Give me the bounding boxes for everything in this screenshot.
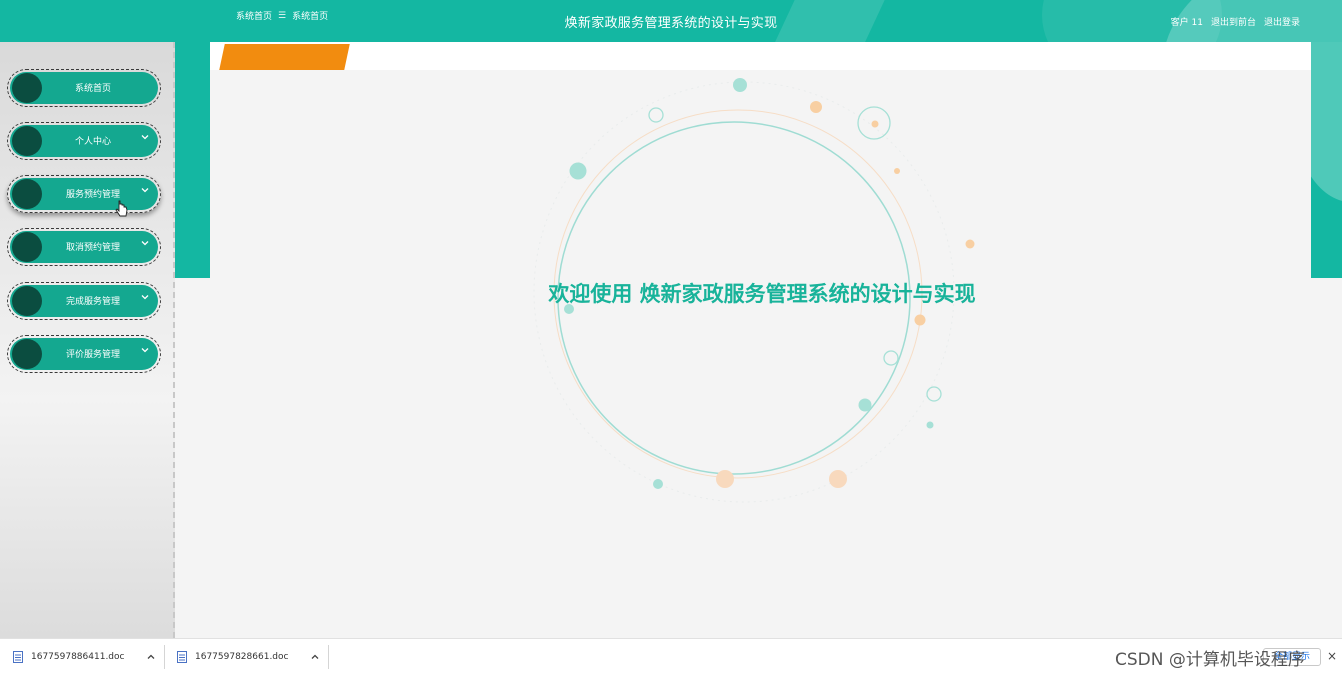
menu-dot-icon — [12, 286, 42, 316]
document-icon — [177, 650, 187, 663]
back-to-frontend-link[interactable]: 退出到前台 — [1211, 15, 1256, 28]
sidebar: 系统首页 个人中心 服务预约管理 取消预约管理 完成服务管理 评价服务管理 — [0, 42, 175, 638]
chevron-down-icon — [141, 295, 149, 300]
top-header: 焕新家政服务管理系统的设计与实现 客户 11 退出到前台 退出登录 — [0, 0, 1342, 42]
sidebar-item-label: 个人中心 — [74, 137, 111, 147]
sidebar-item-label: 评价服务管理 — [65, 350, 120, 360]
sidebar-item-completed-service[interactable]: 完成服务管理 — [7, 282, 161, 320]
welcome-decoration — [533, 78, 975, 503]
sidebar-item-label: 系统首页 — [74, 84, 111, 94]
breadcrumb-current: 系统首页 — [292, 12, 329, 22]
user-area: 客户 11 退出到前台 退出登录 — [1171, 15, 1300, 28]
chevron-down-icon — [141, 135, 149, 140]
user-label: 客户 11 — [1170, 18, 1203, 28]
breadcrumb-bar — [210, 42, 1311, 70]
sidebar-item-label: 服务预约管理 — [65, 190, 120, 200]
breadcrumb-separator-icon: ☰ — [278, 10, 287, 21]
main-content: 欢迎使用 焕新家政服务管理系统的设计与实现 — [210, 70, 1311, 638]
breadcrumb: 系统首页 ☰ 系统首页 — [236, 9, 329, 23]
download-filename: 1677597828661.doc — [195, 651, 289, 662]
document-icon — [13, 650, 23, 663]
sidebar-item-cancel-booking[interactable]: 取消预约管理 — [7, 228, 161, 266]
chevron-down-icon — [141, 188, 149, 193]
header-band-left — [175, 42, 210, 278]
sidebar-item-home[interactable]: 系统首页 — [7, 69, 161, 107]
chevron-up-icon[interactable] — [310, 652, 320, 662]
download-item[interactable]: 1677597886411.doc — [13, 639, 156, 673]
chevron-down-icon — [141, 348, 149, 353]
logout-link[interactable]: 退出登录 — [1264, 15, 1300, 28]
menu-dot-icon — [12, 232, 42, 262]
watermark: CSDN @计算机毕设程序 — [1115, 650, 1305, 670]
sidebar-item-label: 完成服务管理 — [65, 297, 120, 307]
menu-dot-icon — [12, 126, 42, 156]
download-item[interactable]: 1677597828661.doc — [177, 639, 320, 673]
menu-dot-icon — [12, 179, 42, 209]
download-filename: 1677597886411.doc — [31, 651, 125, 662]
chevron-down-icon — [141, 241, 149, 246]
sidebar-item-service-booking[interactable]: 服务预约管理 — [7, 175, 161, 213]
header-band-right — [1311, 42, 1342, 278]
breadcrumb-first[interactable]: 系统首页 — [236, 9, 272, 22]
app-title: 焕新家政服务管理系统的设计与实现 — [564, 16, 778, 31]
welcome-message: 欢迎使用 焕新家政服务管理系统的设计与实现 — [548, 282, 976, 306]
close-icon[interactable]: × — [1327, 649, 1337, 663]
sidebar-item-service-review[interactable]: 评价服务管理 — [7, 335, 161, 373]
mouse-cursor-icon — [115, 200, 128, 217]
menu-dot-icon — [12, 73, 42, 103]
divider — [328, 645, 329, 669]
divider — [164, 645, 165, 669]
sidebar-item-label: 取消预约管理 — [65, 243, 120, 253]
chevron-up-icon[interactable] — [146, 652, 156, 662]
menu-dot-icon — [12, 339, 42, 369]
breadcrumb-tab — [219, 44, 350, 70]
sidebar-item-personal-center[interactable]: 个人中心 — [7, 122, 161, 160]
